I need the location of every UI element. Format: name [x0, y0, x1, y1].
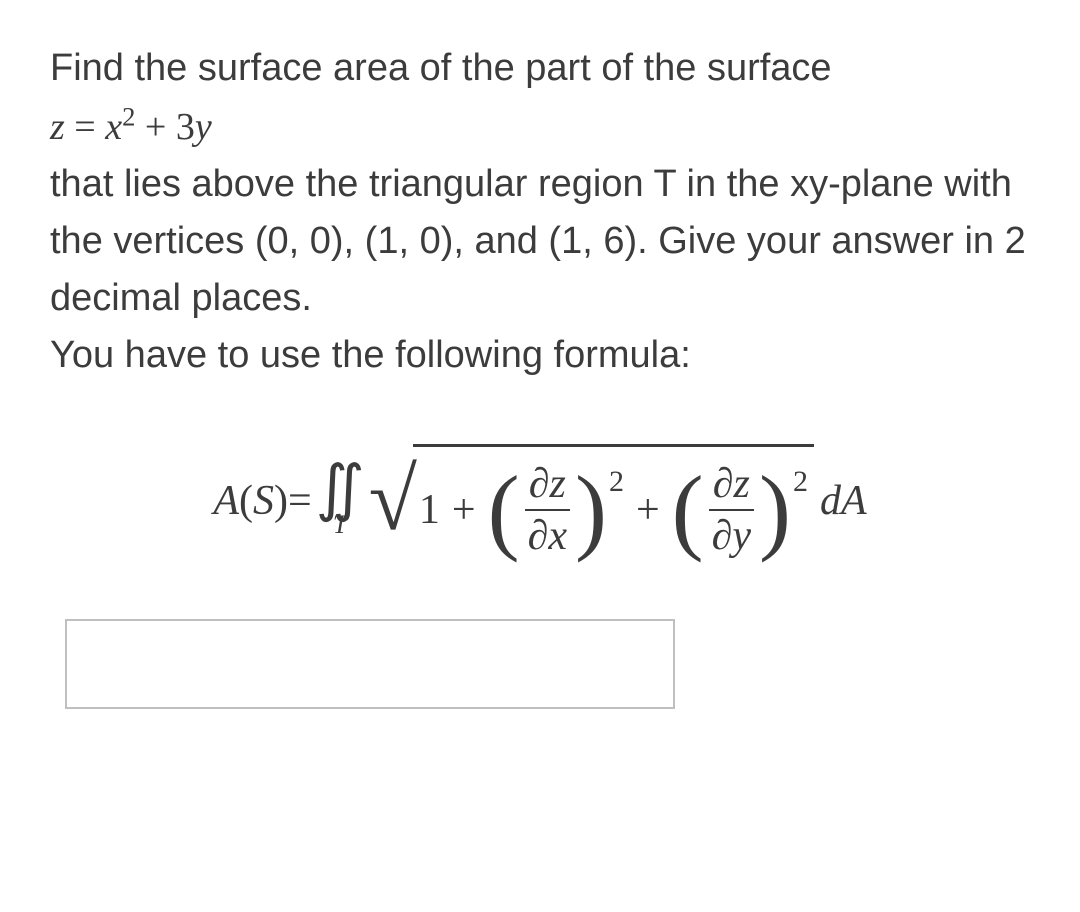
dA-A: A	[841, 478, 867, 524]
equation-surface: z = x2 + 3y	[50, 106, 212, 148]
surface-area-formula: A(S) = ∬ T √ 1 + ( ∂z ∂x ) 2 +	[50, 444, 1030, 559]
eq-x: x	[105, 106, 122, 148]
paren-open-2: (	[672, 474, 704, 546]
plus-1: +	[452, 486, 476, 534]
integral-region: T	[333, 510, 347, 540]
answer-input[interactable]	[65, 619, 675, 709]
lhs-S: S	[253, 477, 274, 525]
exp-2: 2	[793, 465, 808, 499]
num-dz-1: ∂z	[525, 461, 570, 511]
plus-2: +	[636, 486, 660, 534]
paren-close-1: )	[575, 474, 607, 546]
line-1: Find the surface area of the part of the…	[50, 47, 832, 89]
one: 1	[419, 486, 440, 534]
exp-1: 2	[609, 465, 624, 499]
sqrt-sign: √	[369, 475, 417, 528]
integral-sign: ∬	[316, 463, 365, 516]
dA-d: d	[820, 478, 841, 524]
paren-close-2: )	[759, 474, 791, 546]
sqrt-body: 1 + ( ∂z ∂x ) 2 + ( ∂z ∂y	[413, 444, 814, 559]
dz-dx-squared: ( ∂z ∂x ) 2	[488, 461, 624, 559]
eq-plus: + 3	[135, 106, 194, 148]
eq-eq: =	[65, 106, 105, 148]
eq-z: z	[50, 106, 65, 148]
eq-y: y	[195, 106, 212, 148]
square-root: √ 1 + ( ∂z ∂x ) 2 + ( ∂z	[369, 444, 814, 559]
equals: =	[288, 477, 312, 525]
paren-open-1: (	[488, 474, 520, 546]
dz-dy-squared: ( ∂z ∂y ) 2	[672, 461, 808, 559]
lhs-open: (	[239, 477, 253, 525]
eq-exp: 2	[122, 101, 135, 131]
line-3: that lies above the triangular region T …	[50, 163, 1026, 319]
line-4: You have to use the following formula:	[50, 334, 691, 376]
den-dx: ∂x	[524, 511, 571, 559]
num-dz-2: ∂z	[709, 461, 754, 511]
lhs-close: )	[274, 477, 288, 525]
problem-statement: Find the surface area of the part of the…	[50, 40, 1030, 384]
den-dy: ∂y	[708, 511, 755, 559]
frac-dz-dx: ∂z ∂x	[524, 461, 571, 559]
lhs-A: A	[213, 477, 239, 525]
frac-dz-dy: ∂z ∂y	[708, 461, 755, 559]
dA: dA	[820, 477, 867, 525]
double-integral: ∬ T	[316, 463, 365, 540]
